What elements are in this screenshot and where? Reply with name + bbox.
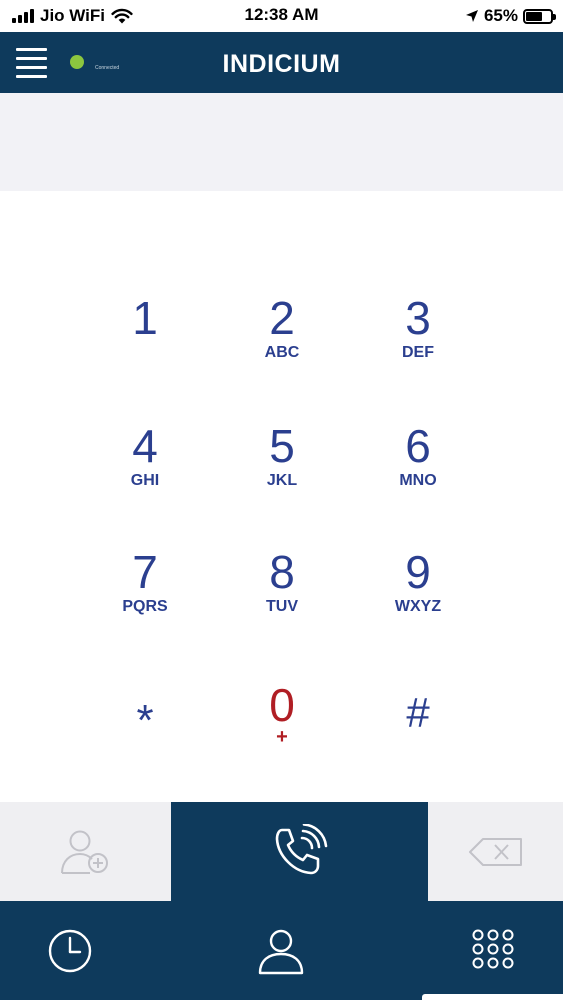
- call-button[interactable]: [171, 802, 428, 901]
- key-digit: 7: [132, 546, 158, 598]
- key-0[interactable]: 0 +: [217, 681, 347, 781]
- carrier-name: Jio WiFi: [40, 6, 106, 25]
- key-8[interactable]: 8 TUV: [217, 548, 347, 648]
- nav-contacts[interactable]: [211, 901, 351, 1000]
- key-letters: PQRS: [122, 598, 168, 615]
- status-bar-right: 65%: [465, 5, 556, 27]
- dialer-action-bar: [0, 802, 563, 901]
- battery-level: [526, 11, 542, 21]
- nav-dialpad[interactable]: [423, 901, 563, 1000]
- add-contact-icon: [60, 830, 108, 874]
- key-star[interactable]: *: [80, 681, 210, 781]
- backspace-button[interactable]: [428, 802, 563, 901]
- dialpad: 1 2 ABC 3 DEF 4 GHI 5 JKL 6 MNO 7 PQRS 8…: [0, 191, 563, 802]
- key-digit: 1: [132, 292, 158, 344]
- key-digit: 6: [405, 420, 431, 472]
- key-digit: 2: [269, 292, 295, 344]
- clock-icon: [48, 929, 92, 972]
- key-digit: 3: [405, 292, 431, 344]
- cellular-signal-icon: [12, 9, 34, 23]
- key-letters: ABC: [264, 344, 300, 361]
- key-letters: DEF: [402, 344, 434, 361]
- phone-call-icon: [275, 823, 327, 874]
- key-letters: MNO: [399, 472, 437, 489]
- key-digit: 4: [132, 420, 158, 472]
- backspace-icon: [468, 837, 522, 866]
- battery-percentage: 65%: [483, 6, 518, 25]
- hamburger-menu-icon[interactable]: [16, 48, 47, 78]
- key-3[interactable]: 3 DEF: [353, 294, 483, 394]
- status-bar-left: Jio WiFi: [12, 5, 133, 27]
- location-arrow-icon: [465, 10, 478, 22]
- key-digit: *: [136, 696, 154, 745]
- add-contact-button[interactable]: [0, 802, 171, 901]
- key-letters: TUV: [266, 598, 298, 615]
- key-digit: 5: [269, 420, 295, 472]
- key-letters: JKL: [266, 472, 298, 489]
- dialpad-icon: [472, 929, 514, 968]
- key-letters: GHI: [130, 472, 160, 489]
- key-hash[interactable]: #: [353, 681, 483, 781]
- key-2[interactable]: 2 ABC: [217, 294, 347, 394]
- battery-icon: [523, 8, 556, 24]
- key-digit: #: [406, 689, 430, 736]
- key-6[interactable]: 6 MNO: [353, 422, 483, 522]
- bottom-navigation: [0, 901, 563, 1000]
- key-9[interactable]: 9 WXYZ: [353, 548, 483, 648]
- key-digit: 9: [405, 546, 431, 598]
- wifi-icon: [111, 8, 133, 24]
- key-5[interactable]: 5 JKL: [217, 422, 347, 522]
- key-1[interactable]: 1: [80, 294, 210, 394]
- app-header: Connected INDICIUM: [0, 32, 563, 93]
- key-letters: WXYZ: [394, 598, 442, 615]
- key-digit: 8: [269, 546, 295, 598]
- presence-status-text: Connected: [95, 65, 120, 71]
- key-7[interactable]: 7 PQRS: [80, 548, 210, 648]
- dialed-number-display[interactable]: [0, 93, 563, 191]
- presence-status-dot: [70, 55, 84, 69]
- person-icon: [258, 929, 304, 974]
- status-bar: Jio WiFi 12:38 AM 65%: [0, 0, 563, 32]
- key-plus: +: [276, 726, 288, 748]
- app-title: INDICIUM: [222, 50, 341, 78]
- key-4[interactable]: 4 GHI: [80, 422, 210, 522]
- key-digit: 0: [269, 679, 295, 731]
- home-indicator: [422, 994, 563, 1000]
- nav-call-history[interactable]: [0, 901, 140, 1000]
